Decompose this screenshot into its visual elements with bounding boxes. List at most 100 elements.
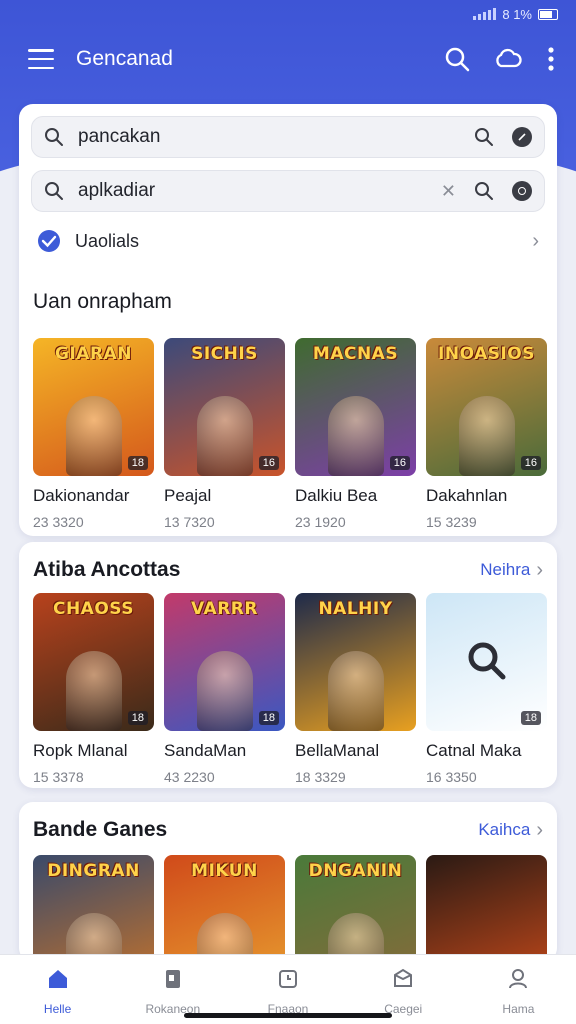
game-thumbnail[interactable]: NALHIY bbox=[295, 593, 416, 731]
download-count: 13 7320 bbox=[164, 514, 215, 530]
game-tile[interactable]: VARRR 18 SandaMan 43 2230 bbox=[164, 593, 285, 785]
game-title[interactable]: Dalkiu Bea bbox=[295, 486, 416, 506]
age-rating-badge: 16 bbox=[520, 456, 541, 470]
battery-icon bbox=[538, 8, 558, 20]
game-thumbnail[interactable]: DNGANIN bbox=[295, 855, 416, 962]
check-circle-icon bbox=[38, 230, 60, 252]
game-title[interactable]: SandaMan bbox=[164, 741, 285, 761]
character-art bbox=[327, 651, 384, 731]
age-rating-badge: 16 bbox=[258, 456, 279, 470]
search-icon bbox=[45, 128, 63, 146]
game-title[interactable]: Dakahnlan bbox=[426, 486, 547, 506]
close-icon[interactable]: ✕ bbox=[441, 181, 456, 202]
game-tile[interactable]: NALHIY BellaManal 18 3329 bbox=[295, 593, 416, 785]
search-icon[interactable] bbox=[444, 46, 470, 72]
game-title[interactable]: Catnal Maka bbox=[426, 741, 547, 761]
download-count: 23 3320 bbox=[33, 514, 84, 530]
section-title: Bande Ganes bbox=[33, 818, 168, 841]
game-thumbnail[interactable]: CHAOSS 18 bbox=[33, 593, 154, 731]
see-more-link[interactable]: Kaihca bbox=[478, 820, 530, 840]
game-tile[interactable]: DINGRAN bbox=[33, 855, 154, 962]
search-icon bbox=[45, 182, 63, 200]
verified-label: Uaolials bbox=[75, 230, 140, 251]
game-tile[interactable]: INOASIOS 16 Dakahnlan 15 3239 bbox=[426, 338, 547, 530]
menu-icon[interactable] bbox=[28, 49, 54, 69]
game-art-title: NALHIY bbox=[318, 599, 393, 619]
status-bar: 8 1% bbox=[0, 0, 576, 28]
game-thumbnail[interactable]: GIARAN 18 bbox=[33, 338, 154, 476]
download-count: 15 3239 bbox=[426, 514, 477, 530]
search-field-secondary[interactable]: aplkadiar ✕ bbox=[31, 170, 545, 212]
search-field-primary[interactable]: pancakan bbox=[31, 116, 545, 158]
camera-icon[interactable] bbox=[512, 181, 532, 201]
game-tile[interactable]: MACNAS 16 Dalkiu Bea 23 1920 bbox=[295, 338, 416, 530]
game-tile[interactable]: GIARAN 18 Dakionandar 23 3320 bbox=[33, 338, 154, 530]
chevron-right-icon: › bbox=[532, 229, 539, 252]
game-title[interactable]: BellaManal bbox=[295, 741, 416, 761]
clear-icon[interactable] bbox=[512, 127, 532, 147]
game-list: DINGRAN MIKUN DNGANIN bbox=[33, 855, 547, 962]
game-art-title: SICHIS bbox=[191, 344, 258, 364]
character-art bbox=[196, 651, 253, 731]
game-thumbnail[interactable]: DINGRAN bbox=[33, 855, 154, 962]
character-art bbox=[65, 651, 122, 731]
section-title: Uan onrapham bbox=[33, 290, 172, 313]
download-count: 15 3378 bbox=[33, 769, 84, 785]
game-title[interactable]: Ropk Mlanal bbox=[33, 741, 154, 761]
search-icon[interactable] bbox=[474, 181, 494, 201]
game-art-title: INOASIOS bbox=[438, 344, 535, 364]
game-tile[interactable] bbox=[426, 855, 547, 962]
game-art-title: DINGRAN bbox=[47, 861, 140, 881]
chevron-right-icon[interactable]: › bbox=[536, 559, 543, 582]
cloud-icon[interactable] bbox=[494, 46, 522, 72]
game-art-title: DNGANIN bbox=[308, 861, 403, 881]
chevron-right-icon[interactable]: › bbox=[536, 819, 543, 842]
game-title[interactable]: Dakionandar bbox=[33, 486, 154, 506]
game-thumbnail[interactable]: 18 bbox=[426, 593, 547, 731]
box-icon bbox=[391, 967, 415, 996]
search-input-value[interactable]: aplkadiar bbox=[78, 180, 441, 202]
age-rating-badge: 18 bbox=[520, 711, 541, 725]
clock-icon bbox=[276, 967, 300, 996]
game-thumbnail[interactable]: MIKUN bbox=[164, 855, 285, 962]
game-art-title: GIARAN bbox=[55, 344, 132, 364]
game-tile[interactable]: DNGANIN bbox=[295, 855, 416, 962]
game-art-title: MIKUN bbox=[191, 861, 258, 881]
game-list: GIARAN 18 Dakionandar 23 3320 SICHIS 16 Peajal… bbox=[33, 338, 547, 530]
game-art-title: CHAOSS bbox=[52, 599, 135, 619]
nav-item-person[interactable]: Hama bbox=[461, 955, 576, 1024]
section-title: Atiba Ancottas bbox=[33, 558, 181, 581]
app-bar: Gencanad bbox=[0, 36, 576, 82]
game-thumbnail[interactable]: VARRR 18 bbox=[164, 593, 285, 731]
verified-row[interactable]: Uaolials › bbox=[37, 226, 539, 256]
home-indicator bbox=[184, 1013, 392, 1018]
character-art bbox=[327, 396, 384, 476]
game-thumbnail[interactable]: MACNAS 16 bbox=[295, 338, 416, 476]
age-rating-badge: 18 bbox=[127, 711, 148, 725]
see-more-link[interactable]: Neihra bbox=[480, 560, 530, 580]
signal-icon bbox=[473, 8, 497, 20]
nav-item-home[interactable]: Helle bbox=[0, 955, 115, 1024]
nav-label: Helle bbox=[43, 1002, 72, 1016]
search-results-card: pancakan aplkadiar ✕ Uaolials › Uan onra… bbox=[19, 104, 557, 536]
more-vert-icon[interactable] bbox=[546, 46, 556, 72]
game-thumbnail[interactable]: SICHIS 16 bbox=[164, 338, 285, 476]
game-tile[interactable]: 18 Catnal Maka 16 3350 bbox=[426, 593, 547, 785]
person-icon bbox=[506, 967, 530, 996]
game-tile[interactable]: SICHIS 16 Peajal 13 7320 bbox=[164, 338, 285, 530]
game-thumbnail[interactable]: INOASIOS 16 bbox=[426, 338, 547, 476]
game-thumbnail[interactable] bbox=[426, 855, 547, 962]
search-input-value[interactable]: pancakan bbox=[78, 126, 474, 148]
game-title[interactable]: Peajal bbox=[164, 486, 285, 506]
age-rating-badge: 18 bbox=[258, 711, 279, 725]
game-tile[interactable]: CHAOSS 18 Ropk Mlanal 15 3378 bbox=[33, 593, 154, 785]
character-art bbox=[65, 396, 122, 476]
search-icon[interactable] bbox=[474, 127, 494, 147]
game-tile[interactable]: MIKUN bbox=[164, 855, 285, 962]
search-icon bbox=[468, 642, 505, 680]
home-icon bbox=[46, 967, 70, 996]
character-art bbox=[196, 396, 253, 476]
app-title: Gencanad bbox=[76, 47, 173, 70]
age-rating-badge: 18 bbox=[127, 456, 148, 470]
section-card: Bande Ganes Kaihca › DINGRAN MIKUN DNGANIN bbox=[19, 802, 557, 962]
